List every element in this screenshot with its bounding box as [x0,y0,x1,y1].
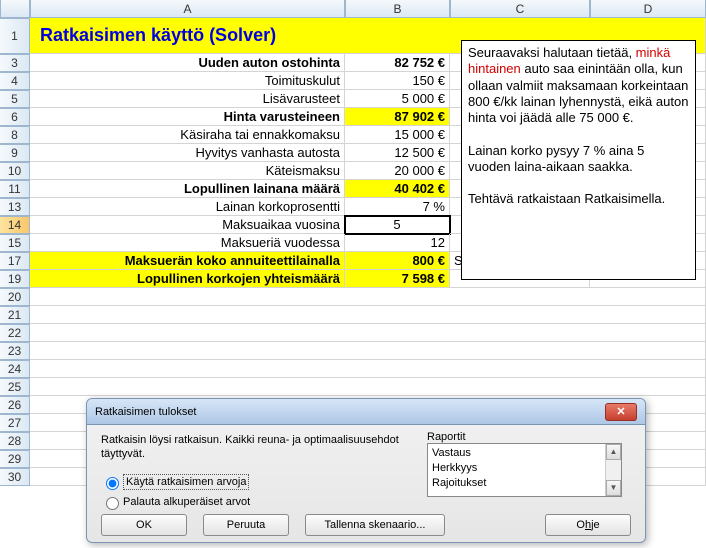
reports-scrollbar[interactable]: ▲ ▼ [605,444,621,496]
value-hyvitys[interactable]: 12 500 € [345,144,450,162]
value-kasiraha[interactable]: 15 000 € [345,126,450,144]
row-header-30[interactable]: 30 [0,468,30,486]
label-lisavarusteet[interactable]: Lisävarusteet [30,90,345,108]
value-lisavarusteet[interactable]: 5 000 € [345,90,450,108]
close-button[interactable]: ✕ [605,403,637,421]
row-header-14[interactable]: 14 [0,216,30,234]
label-ostohinta[interactable]: Uuden auton ostohinta [30,54,345,72]
active-cell-b14[interactable]: 5 [345,216,450,234]
row-header-4[interactable]: 4 [0,72,30,90]
col-header-A[interactable]: A [30,0,345,18]
cell-row20[interactable] [30,288,706,306]
dialog-titlebar[interactable]: Ratkaisimen tulokset ✕ [87,399,645,425]
row-header-3[interactable]: 3 [0,54,30,72]
label-kasiraha[interactable]: Käsiraha tai ennakkomaksu [30,126,345,144]
reports-label: Raportit [427,431,622,443]
save-scenario-button[interactable]: Tallenna skenaario... [305,514,445,536]
col-header-B[interactable]: B [345,0,450,18]
row-header-13[interactable]: 13 [0,198,30,216]
row-header-29[interactable]: 29 [0,450,30,468]
label-toimituskulut[interactable]: Toimituskulut [30,72,345,90]
row-header-28[interactable]: 28 [0,432,30,450]
note-p1a: Seuraavaksi halutaan tietää, [468,45,636,60]
row-header-11[interactable]: 11 [0,180,30,198]
label-korkojen-yhteismaara[interactable]: Lopullinen korkojen yhteismäärä [30,270,345,288]
reports-listbox[interactable]: Vastaus Herkkyys Rajoitukset ▲ ▼ [427,443,622,497]
note-p3: Tehtävä ratkaistaan Ratkaisimella. [468,191,665,206]
row-header-20[interactable]: 20 [0,288,30,306]
value-maksueran-koko[interactable]: 800 € [345,252,450,270]
scroll-up-icon[interactable]: ▲ [606,444,621,460]
row-header-17[interactable]: 17 [0,252,30,270]
row-header-9[interactable]: 9 [0,144,30,162]
row-header-22[interactable]: 22 [0,324,30,342]
cell-row22[interactable] [30,324,706,342]
row-header-15[interactable]: 15 [0,234,30,252]
select-all-corner[interactable] [0,0,30,18]
value-maksueria[interactable]: 12 [345,234,450,252]
row-header-21[interactable]: 21 [0,306,30,324]
close-icon: ✕ [616,405,625,418]
radio-keep-label: Käytä ratkaisimen arvoja [123,474,249,490]
scroll-down-icon[interactable]: ▼ [606,480,621,496]
value-lopullinen-laina[interactable]: 40 402 € [345,180,450,198]
dialog-title: Ratkaisimen tulokset [95,406,197,418]
note-p2: Lainan korko pysyy 7 % aina 5 vuoden lai… [468,143,644,174]
value-kateismaksu[interactable]: 20 000 € [345,162,450,180]
label-maksuaikaa[interactable]: Maksuaikaa vuosina [30,216,345,234]
help-button[interactable]: Ohje [545,514,631,536]
label-hyvitys[interactable]: Hyvitys vanhasta autosta [30,144,345,162]
cell-row23[interactable] [30,342,706,360]
row-header-25[interactable]: 25 [0,378,30,396]
col-header-D[interactable]: D [590,0,706,18]
row-header-6[interactable]: 6 [0,108,30,126]
label-hinta-varusteineen[interactable]: Hinta varusteineen [30,108,345,126]
cancel-button[interactable]: Peruuta [203,514,289,536]
value-ostohinta[interactable]: 82 752 € [345,54,450,72]
row-header-23[interactable]: 23 [0,342,30,360]
label-maksueria[interactable]: Maksueriä vuodessa [30,234,345,252]
cell-row24[interactable] [30,360,706,378]
label-lopullinen-laina[interactable]: Lopullinen lainana määrä [30,180,345,198]
value-korkojen-yhteismaara[interactable]: 7 598 € [345,270,450,288]
solver-results-dialog: Ratkaisimen tulokset ✕ Ratkaisin löysi r… [86,398,646,543]
ok-button[interactable]: OK [101,514,187,536]
row-header-19[interactable]: 19 [0,270,30,288]
cell-row21[interactable] [30,306,706,324]
radio-keep-solution[interactable] [106,477,119,490]
row-header-24[interactable]: 24 [0,360,30,378]
row-header-27[interactable]: 27 [0,414,30,432]
value-korkoprosentti[interactable]: 7 % [345,198,450,216]
radio-restore-label: Palauta alkuperäiset arvot [123,496,250,508]
dialog-message: Ratkaisin löysi ratkaisun. Kaikki reuna-… [101,433,411,462]
row-header-5[interactable]: 5 [0,90,30,108]
col-header-C[interactable]: C [450,0,590,18]
value-hinta-varusteineen[interactable]: 87 902 € [345,108,450,126]
label-maksueran-koko[interactable]: Maksuerän koko annuiteettilainalla [30,252,345,270]
value-toimituskulut[interactable]: 150 € [345,72,450,90]
label-kateismaksu[interactable]: Käteismaksu [30,162,345,180]
report-item-limits[interactable]: Rajoitukset [432,476,617,491]
label-korkoprosentti[interactable]: Lainan korkoprosentti [30,198,345,216]
report-item-sensitivity[interactable]: Herkkyys [432,461,617,476]
report-item-answer[interactable]: Vastaus [432,446,617,461]
radio-restore-original[interactable] [106,497,119,510]
row-header-26[interactable]: 26 [0,396,30,414]
row-header-1[interactable]: 1 [0,18,30,54]
note-textbox: Seuraavaksi halutaan tietää, minkä hinta… [461,40,696,280]
cell-row25[interactable] [30,378,706,396]
row-header-10[interactable]: 10 [0,162,30,180]
row-header-8[interactable]: 8 [0,126,30,144]
